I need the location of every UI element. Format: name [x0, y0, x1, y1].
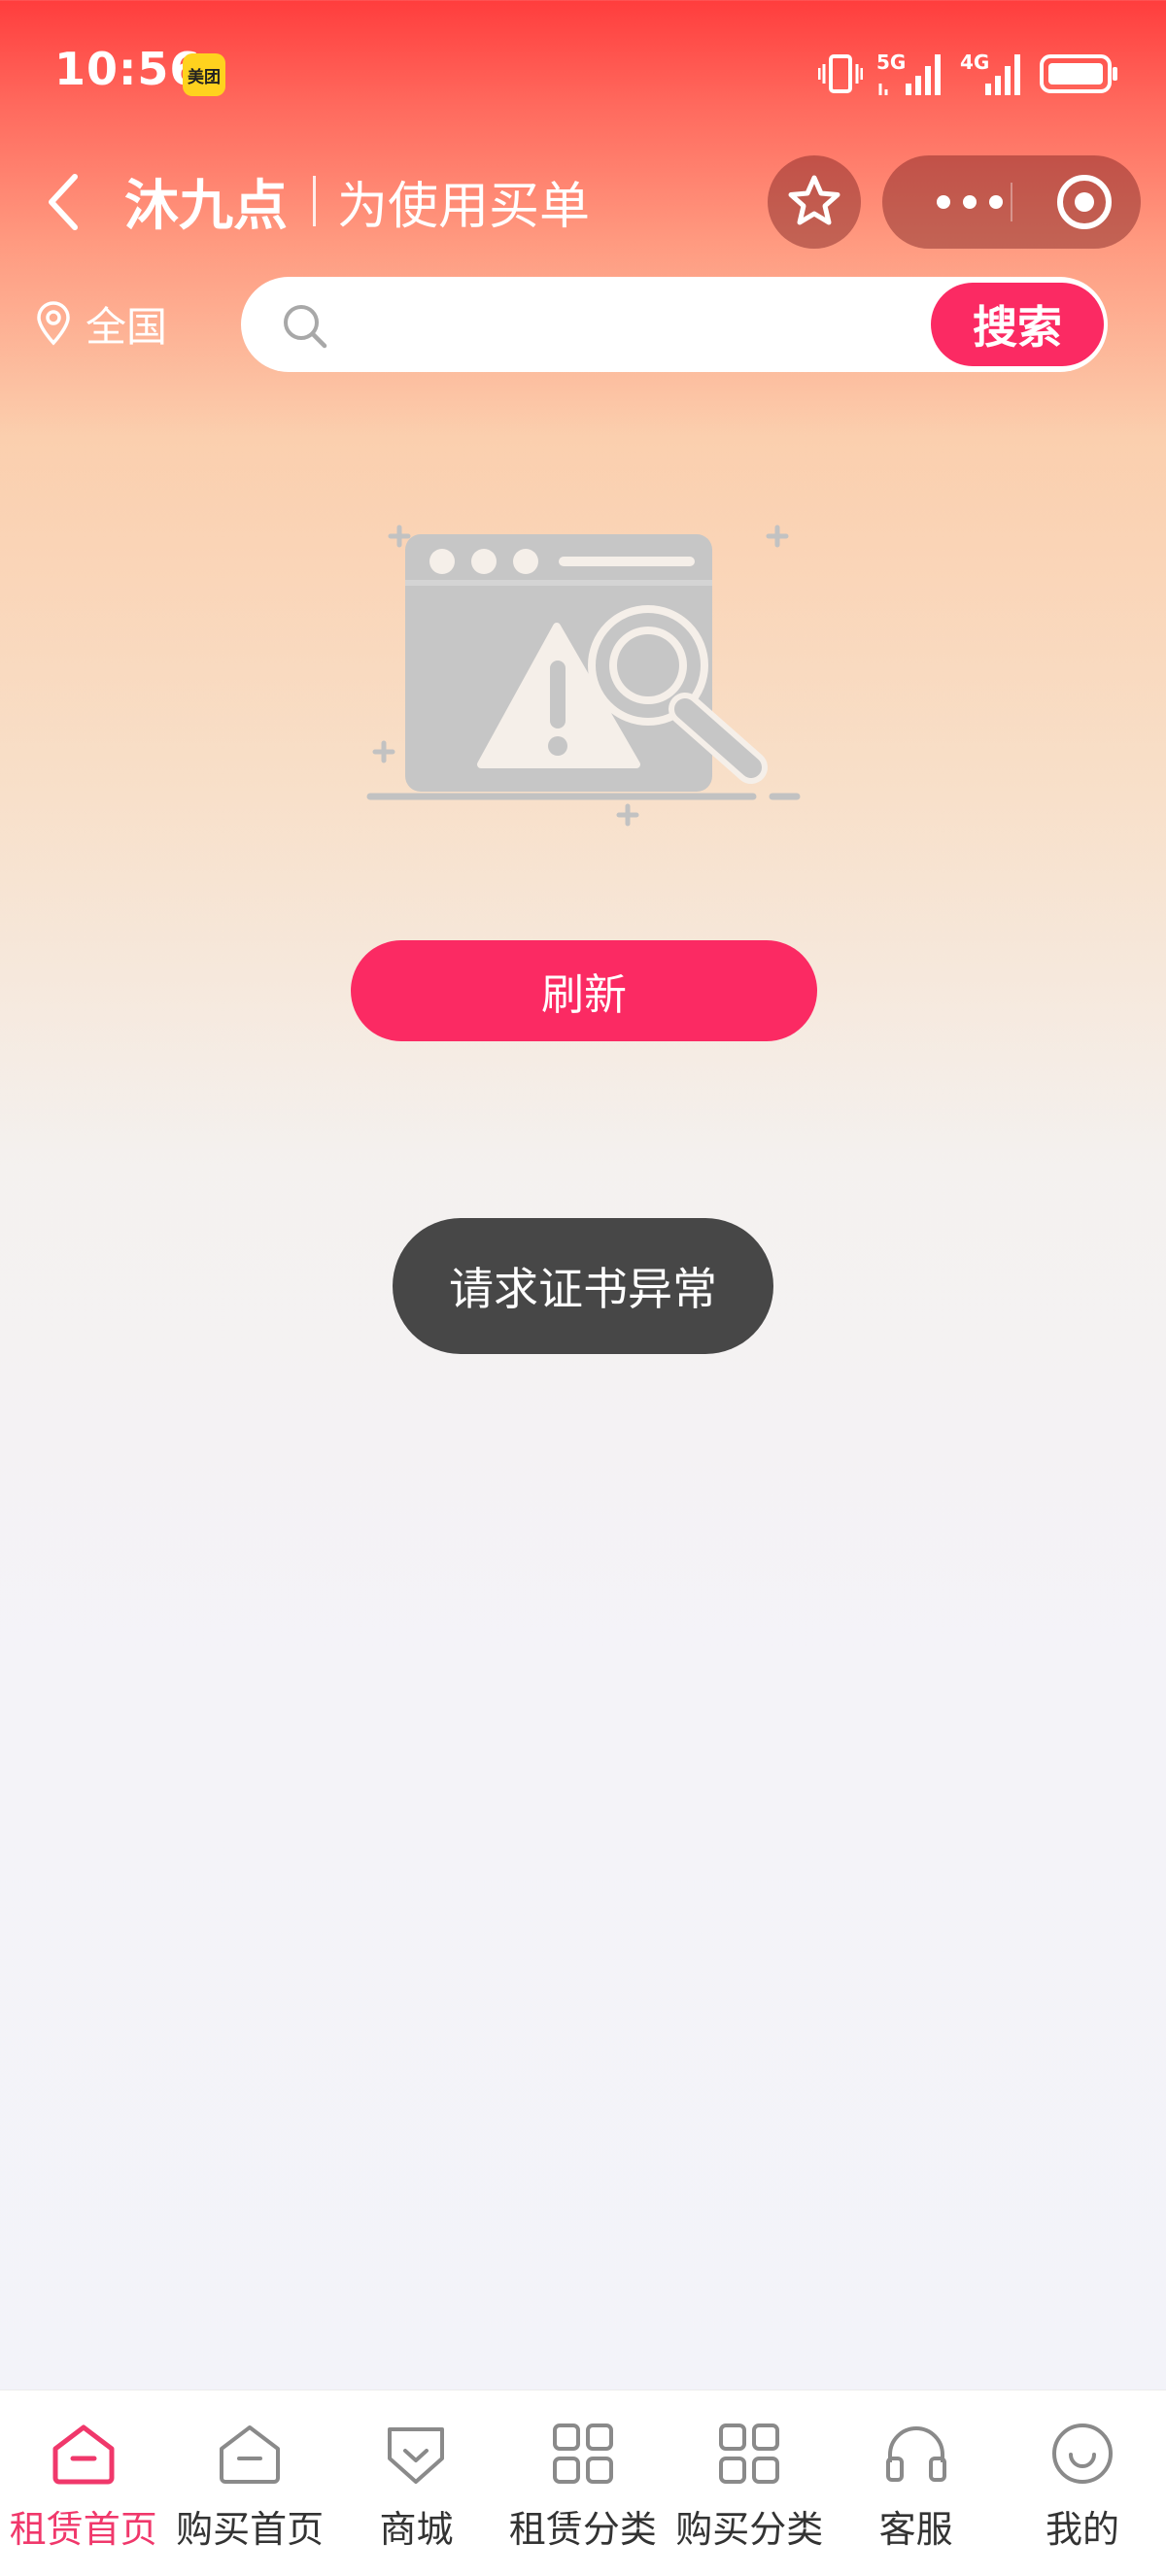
tab-rental-home[interactable]: 租赁首页	[0, 2390, 166, 2576]
status-bar: 10:56 美团 5G 4G	[0, 0, 1166, 146]
close-button[interactable]	[1038, 155, 1131, 249]
page-title: 沐九点 为使用买单	[124, 163, 590, 239]
status-time: 10:56	[54, 43, 202, 95]
location-label: 全国	[86, 302, 168, 351]
tab-label: 租赁首页	[9, 2508, 157, 2551]
close-circle-icon	[1057, 175, 1112, 229]
signal-5g-icon: 5G	[876, 51, 946, 97]
search-button[interactable]: 搜索	[931, 283, 1104, 366]
shop-icon	[388, 2427, 445, 2484]
back-arrow-icon	[49, 174, 78, 230]
more-icon	[937, 195, 1003, 209]
refresh-button[interactable]: 刷新	[351, 940, 817, 1041]
tab-label: 商城	[379, 2508, 454, 2551]
tab-label: 客服	[878, 2508, 953, 2551]
more-button[interactable]	[921, 155, 1018, 249]
battery-icon	[1040, 54, 1117, 93]
vibrate-icon	[818, 54, 863, 93]
signal-4g-icon: 4G	[960, 51, 1026, 97]
tab-profile[interactable]: 我的	[999, 2390, 1165, 2576]
browser-warning-search-icon	[366, 525, 801, 827]
search-bar: 搜索	[241, 277, 1108, 372]
tab-label: 租赁分类	[508, 2508, 657, 2551]
capsule-divider	[1011, 183, 1012, 221]
tab-purchase-category[interactable]: 购买分类	[667, 2390, 833, 2576]
tab-label: 购买首页	[176, 2508, 325, 2551]
bottom-tab-bar: 租赁首页 购买首页 商城 租赁分类 购买分类 客服 我的	[0, 2390, 1166, 2576]
back-button[interactable]	[29, 163, 97, 241]
tab-label: 我的	[1046, 2508, 1120, 2551]
mini-program-capsule	[882, 155, 1141, 249]
home-icon	[220, 2425, 281, 2484]
title-separator	[313, 176, 316, 226]
app-badge-icon: 美团	[183, 53, 225, 96]
favorite-button[interactable]	[768, 155, 861, 249]
search-input[interactable]	[338, 296, 960, 353]
search-icon	[284, 305, 327, 349]
smile-icon	[1052, 2423, 1114, 2484]
tab-customer-service[interactable]: 客服	[833, 2390, 999, 2576]
location-selector[interactable]: 全国	[35, 291, 167, 356]
grid-icon	[719, 2423, 780, 2484]
location-pin-icon	[37, 301, 70, 346]
tab-rental-category[interactable]: 租赁分类	[499, 2390, 666, 2576]
grid-icon	[552, 2423, 613, 2484]
headset-icon	[885, 2426, 946, 2482]
star-icon	[788, 175, 840, 225]
tab-purchase-home[interactable]: 购买首页	[166, 2390, 332, 2576]
store-name: 沐九点	[124, 174, 288, 238]
store-slogan: 为使用买单	[337, 177, 591, 236]
home-icon	[52, 2424, 115, 2485]
tab-label: 购买分类	[675, 2508, 824, 2551]
error-toast: 请求证书异常	[393, 1218, 773, 1354]
tab-shop[interactable]: 商城	[333, 2390, 499, 2576]
status-icons: 5G 4G	[818, 49, 1119, 99]
